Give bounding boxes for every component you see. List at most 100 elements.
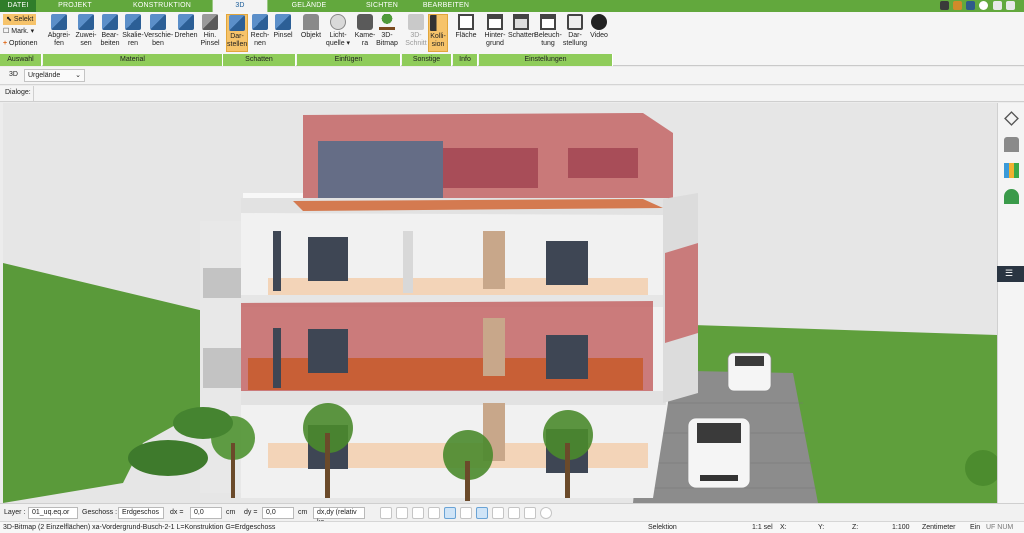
section-3d-button[interactable]: 3D- Schnitt bbox=[405, 14, 427, 48]
mark-button[interactable]: ☐ Mark. ▾ bbox=[3, 26, 34, 37]
background-button[interactable]: Hinter-grund bbox=[482, 14, 508, 48]
brush-icon[interactable] bbox=[940, 1, 949, 10]
lighting-button[interactable]: Beleuch-tung bbox=[534, 14, 562, 48]
magnet-icon[interactable] bbox=[524, 507, 536, 519]
dx-label: dx = bbox=[170, 509, 184, 516]
tab-bearbeiten[interactable]: BEARBEITEN bbox=[414, 0, 478, 12]
video-button[interactable]: Video bbox=[588, 14, 610, 40]
snap-icon[interactable] bbox=[396, 507, 408, 519]
group-einstellungen: Einstellungen bbox=[479, 54, 613, 66]
geschoss-select[interactable]: Erdgeschos bbox=[118, 507, 164, 519]
layers-icon[interactable] bbox=[1004, 111, 1019, 126]
view-mode-label: 3D bbox=[9, 71, 18, 78]
move-icon bbox=[150, 14, 166, 30]
dx-unit: cm bbox=[226, 509, 236, 516]
line-icon[interactable] bbox=[444, 507, 456, 519]
light-source-button[interactable]: Licht-quelle ▾ bbox=[324, 14, 352, 48]
lightbulb-icon bbox=[330, 14, 346, 30]
shadow-settings-button[interactable]: Schatten bbox=[508, 14, 536, 40]
options-button[interactable]: + Optionen bbox=[3, 38, 37, 49]
tab-konstruktion[interactable]: KONSTRUKTION bbox=[112, 0, 212, 12]
status-z: Z: bbox=[852, 524, 859, 531]
table-icon[interactable] bbox=[508, 507, 520, 519]
status-flags: UF NUM RF bbox=[986, 524, 1014, 531]
monitor-icon bbox=[567, 14, 583, 30]
viewport-3d[interactable] bbox=[3, 103, 997, 503]
fill-icon[interactable] bbox=[476, 507, 488, 519]
cube-icon bbox=[229, 15, 245, 31]
dx-input[interactable]: 0,0 bbox=[190, 507, 222, 519]
help-icon[interactable] bbox=[979, 1, 988, 10]
status-text: 3D-Bitmap (2 Einzelflächen) xa-Vordergru… bbox=[3, 524, 276, 531]
collision-button[interactable]: Kolli-sion bbox=[428, 14, 448, 52]
chair-icon bbox=[303, 14, 319, 30]
edit-icon bbox=[102, 14, 118, 30]
status-scale: 1:100 bbox=[892, 524, 910, 531]
select-button[interactable]: ⬉ Selekt bbox=[3, 14, 37, 25]
mark-icon: ☐ bbox=[3, 28, 12, 35]
coordinate-mode-select[interactable]: dx,dy (relativ ka bbox=[313, 507, 365, 526]
status-y: Y: bbox=[818, 524, 825, 531]
minimize-icon[interactable] bbox=[993, 1, 1002, 10]
dy-input[interactable]: 0,0 bbox=[262, 507, 294, 519]
edit-material-button[interactable]: Bear-beiten bbox=[98, 14, 122, 48]
calc-shadow-button[interactable]: Rech-nen bbox=[250, 14, 270, 48]
group-sonstige: Sonstige bbox=[402, 54, 452, 66]
note-icon[interactable] bbox=[953, 1, 962, 10]
chair-icon[interactable] bbox=[1004, 137, 1019, 152]
clock-icon[interactable] bbox=[380, 507, 392, 519]
show-shadow-button[interactable]: Dar-stellen bbox=[226, 14, 248, 52]
divider bbox=[33, 86, 34, 102]
grid-icon[interactable] bbox=[412, 507, 424, 519]
collision-icon bbox=[430, 15, 446, 31]
curve-icon[interactable] bbox=[460, 507, 472, 519]
north-icon[interactable] bbox=[540, 507, 552, 519]
scale-icon bbox=[125, 14, 141, 30]
palette-icon[interactable] bbox=[1004, 163, 1019, 178]
assign-material-button[interactable]: Zuwei-sen bbox=[74, 14, 98, 48]
terrain-select[interactable]: Urgelände ⌄ bbox=[24, 69, 85, 82]
status-bar: 3D-Bitmap (2 Einzelflächen) xa-Vordergru… bbox=[0, 521, 1024, 533]
car-front bbox=[687, 417, 751, 489]
layer-select[interactable]: 01_uq.eq.or bbox=[28, 507, 78, 519]
move-material-button[interactable]: Verschie-ben bbox=[144, 14, 173, 48]
status-unit: Zentimeter bbox=[922, 524, 956, 531]
section-icon bbox=[408, 14, 424, 30]
ortho-icon[interactable] bbox=[428, 507, 440, 519]
view-toolbar: 3D Urgelände ⌄ bbox=[0, 67, 1024, 85]
display-button[interactable]: Dar-stellung bbox=[562, 14, 588, 48]
tab-gelaende[interactable]: GELÄNDE bbox=[268, 0, 350, 12]
menu-icon: ☰ bbox=[1005, 268, 1014, 278]
status-scale-sel: 1:1 sel bbox=[752, 524, 773, 531]
house-bg-icon bbox=[487, 14, 503, 30]
rotate-material-button[interactable]: Drehen bbox=[173, 14, 199, 40]
save-icon[interactable] bbox=[966, 1, 975, 10]
tab-sichten[interactable]: SICHTEN bbox=[350, 0, 414, 12]
maximize-icon[interactable] bbox=[1006, 1, 1015, 10]
object-button[interactable]: Objekt bbox=[300, 14, 322, 40]
shadow-brush-button[interactable]: Pinsel bbox=[272, 14, 294, 40]
area-button[interactable]: Fläche bbox=[455, 14, 477, 40]
tree-icon[interactable] bbox=[1004, 189, 1019, 204]
grab-material-button[interactable]: Abgrei-fen bbox=[46, 14, 72, 48]
scale-material-button[interactable]: Skalie-ren bbox=[122, 14, 144, 48]
status-ein: Ein bbox=[970, 524, 981, 531]
camera-button[interactable]: Kame-ra bbox=[354, 14, 376, 48]
dy-unit: cm bbox=[298, 509, 308, 516]
layer-label: Layer : bbox=[4, 509, 26, 516]
hatch-icon[interactable] bbox=[492, 507, 504, 519]
tab-projekt[interactable]: PROJEKT bbox=[38, 0, 112, 12]
camera-icon bbox=[357, 14, 373, 30]
brush-hint-button[interactable]: Hin. Pinsel bbox=[199, 14, 221, 48]
tab-datei[interactable]: DATEI bbox=[0, 0, 36, 12]
panel-toggle-button[interactable]: ☰ bbox=[997, 266, 1024, 282]
brush-icon bbox=[202, 14, 218, 30]
paint-icon bbox=[78, 14, 94, 30]
bitmap-3d-button[interactable]: 3D- Bitmap bbox=[376, 14, 398, 48]
car-back bbox=[727, 352, 772, 392]
cursor-icon: ⬉ bbox=[6, 16, 14, 23]
tab-3d[interactable]: 3D bbox=[212, 0, 268, 12]
group-auswahl: Auswahl bbox=[0, 54, 42, 66]
cursor-arrow-icon[interactable] bbox=[556, 507, 568, 519]
cube-calc-icon bbox=[252, 14, 268, 30]
